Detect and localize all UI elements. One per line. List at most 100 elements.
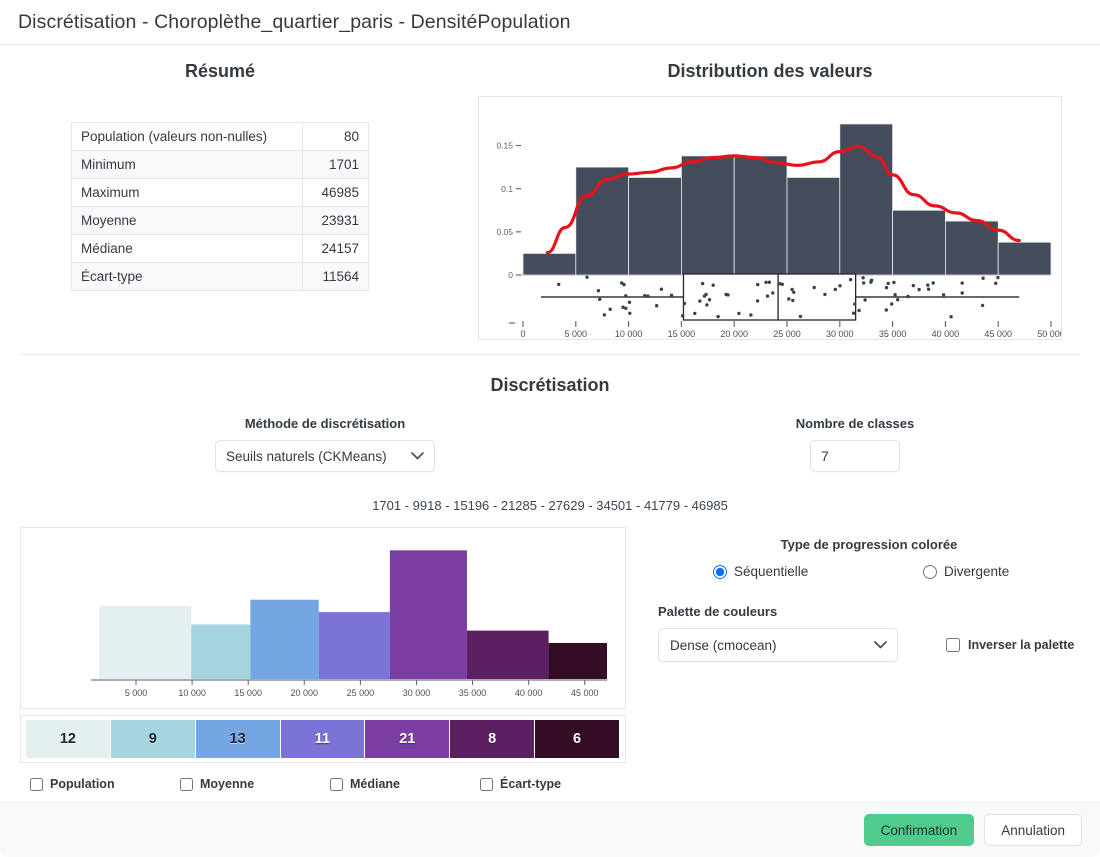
radio-sequential-input[interactable] (713, 564, 727, 579)
progression-radio-group: Séquentielle Divergente (658, 564, 1080, 579)
invert-palette-checkbox[interactable]: Inverser la palette (946, 638, 1074, 652)
radio-divergent[interactable]: Divergente (923, 564, 1009, 579)
rug-point (598, 297, 602, 301)
section-divider (20, 354, 1080, 355)
rug-point (711, 283, 715, 287)
rug-point (941, 293, 946, 297)
rug-point (659, 287, 664, 291)
x-axis-tick-label: 40 000 (515, 688, 543, 698)
class-count-cell: 21 (365, 720, 451, 758)
rug-point (869, 280, 873, 284)
radio-divergent-input[interactable] (923, 564, 937, 579)
method-select[interactable]: Seuils naturels (CKMeans) (215, 440, 435, 472)
stat-overlay-1[interactable]: Moyenne (180, 777, 330, 791)
rug-point (596, 289, 601, 293)
histogram-bar (892, 209, 946, 276)
stat-overlay-input[interactable] (180, 777, 193, 791)
class-count-cell: 13 (195, 720, 281, 758)
rug-point (622, 282, 626, 287)
table-row: Population (valeurs non-nulles) 80 (71, 122, 369, 151)
palette-row: Dense (cmocean) Inverser la palette (658, 628, 1080, 662)
x-axis-tick-label: 25 000 (347, 688, 375, 698)
rug-point (585, 275, 589, 279)
histogram-bar (839, 123, 893, 276)
confirm-button[interactable]: Confirmation (863, 814, 975, 846)
invert-palette-input[interactable] (946, 638, 960, 652)
stat-overlay-0[interactable]: Population (30, 777, 180, 791)
rug-point (823, 292, 827, 297)
rug-point (890, 302, 894, 306)
x-axis-tick-label: 35 000 (459, 688, 487, 698)
histogram-bar (628, 177, 682, 276)
discretisation-dialog: Discrétisation - Choroplèthe_quartier_pa… (0, 0, 1100, 857)
resume-row-value: 23931 (302, 206, 369, 235)
palette-select[interactable]: Dense (cmocean) (658, 628, 898, 662)
x-axis-tick-label: 45 000 (984, 329, 1012, 339)
method-select-wrap: Seuils naturels (CKMeans) (215, 440, 435, 472)
classified-histogram: 5 000 10 000 15 000 20 000 25 000 30 000 35 00… (20, 527, 626, 709)
palette-select-wrap: Dense (cmocean) (658, 628, 898, 662)
rug-point (911, 283, 915, 288)
stat-overlay-input[interactable] (30, 777, 43, 791)
rug-point (892, 280, 896, 285)
cancel-button[interactable]: Annulation (984, 814, 1082, 846)
rug-point (716, 314, 720, 319)
x-axis-tick-label: 15 000 (668, 329, 696, 339)
resume-row-value: 46985 (302, 178, 369, 207)
rug-point (755, 299, 760, 303)
histogram-bar (575, 166, 630, 276)
table-row: Médiane 24157 (71, 234, 369, 263)
classified-chart-panel: 5 000 10 000 15 000 20 000 25 000 30 000 35 00… (20, 527, 628, 763)
dialog-footer: Confirmation Annulation (0, 802, 1100, 857)
palette-label: Palette de couleurs (658, 604, 778, 619)
resume-row-label: Moyenne (71, 206, 303, 235)
breaks-values: 1701 - 9918 - 15196 - 21285 - 27629 - 34… (372, 498, 728, 513)
rug-point (700, 281, 705, 286)
rug-point (863, 298, 867, 302)
dialog-body: Résumé Population (valeurs non-nulles) 80… (0, 45, 1100, 802)
resume-table-wrap: Population (valeurs non-nulles) 80 Minimum… (0, 122, 440, 291)
rug-point (931, 281, 935, 285)
radio-sequential[interactable]: Séquentielle (713, 564, 923, 579)
rug-point (704, 292, 708, 297)
resume-row-label: Population (valeurs non-nulles) (71, 122, 303, 151)
rug-point (833, 287, 837, 292)
resume-row-value: 1701 (302, 150, 369, 179)
rug-point (602, 313, 607, 317)
rug-point (767, 280, 771, 284)
class-bar (389, 550, 467, 680)
rug-point (861, 276, 865, 280)
table-row: Moyenne 23931 (71, 206, 369, 235)
class-count-cell: 8 (450, 720, 536, 758)
x-axis-tick-label: 20 000 (291, 688, 319, 698)
stat-overlay-checkboxes: Population Moyenne Médiane Écart-type (0, 777, 1100, 791)
x-axis-tick-label: 10 000 (178, 688, 206, 698)
class-count-cell: 9 (110, 720, 196, 758)
stat-overlay-input[interactable] (330, 777, 343, 791)
stat-overlay-label: Écart-type (500, 777, 562, 791)
x-axis-tick-label: 25 000 (773, 329, 801, 339)
histogram-bar (786, 177, 841, 276)
stat-overlay-3[interactable]: Écart-type (480, 777, 630, 791)
nb-classes-input[interactable] (810, 440, 900, 472)
x-axis-tick-label: 0 (520, 329, 525, 339)
table-row: Écart-type 11564 (71, 262, 369, 291)
rug-point (628, 311, 632, 315)
resume-row-value: 11564 (302, 262, 369, 291)
rug-point (698, 299, 702, 303)
stat-overlay-2[interactable]: Médiane (330, 777, 480, 791)
resume-row-label: Médiane (71, 234, 303, 263)
boxplot-box-lower (682, 273, 779, 321)
class-bar (318, 612, 390, 680)
rug-point (884, 308, 888, 312)
rug-point (862, 281, 866, 285)
stat-overlay-input[interactable] (480, 777, 493, 791)
rug-point (857, 308, 861, 313)
nb-classes-label: Nombre de classes (795, 416, 915, 431)
class-count-cell: 6 (535, 720, 620, 758)
rug-point (960, 281, 964, 285)
rug-point (926, 283, 930, 287)
resume-row-label: Écart-type (71, 262, 303, 291)
rug-point (737, 311, 741, 316)
rug-point (707, 298, 712, 302)
